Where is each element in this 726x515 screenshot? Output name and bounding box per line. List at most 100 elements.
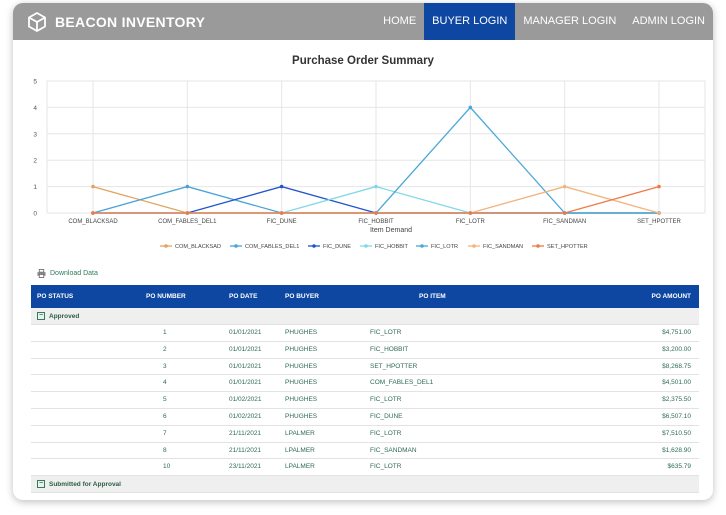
cell-po-date: 21/11/2021 xyxy=(229,446,262,454)
cell-po-amount: $1,628.90 xyxy=(662,446,691,454)
data-point xyxy=(279,184,284,189)
app-title: BEACON INVENTORY xyxy=(55,13,206,30)
cell-po-date: 01/01/2021 xyxy=(229,345,262,353)
data-point xyxy=(185,211,190,215)
cell-po-item: FIC_LOTR xyxy=(370,396,402,404)
data-point xyxy=(374,211,378,215)
legend-label: FIC_HOBBIT xyxy=(375,244,409,250)
x-tick-label: FIC_LOTR xyxy=(456,219,486,225)
nav-manager-login[interactable]: MANAGER LOGIN xyxy=(515,3,624,40)
y-tick-label: 4 xyxy=(33,105,37,112)
header-po-number[interactable]: PO NUMBER xyxy=(146,285,186,308)
cell-po-buyer: PHUGHES xyxy=(285,345,318,353)
cell-po-number: 4 xyxy=(163,379,167,387)
collapse-icon[interactable]: − xyxy=(37,480,45,489)
legend-label: FIC_SANDMAN xyxy=(483,244,523,250)
cell-po-date: 01/02/2021 xyxy=(229,396,262,404)
y-tick-label: 5 xyxy=(33,79,37,86)
header-po-amount[interactable]: PO AMOUNT xyxy=(652,285,691,308)
main-nav: HOME BUYER LOGIN MANAGER LOGIN ADMIN LOG… xyxy=(375,3,713,40)
group-label: Submitted for Approval xyxy=(49,481,121,489)
group-label: Approved xyxy=(49,313,80,320)
x-tick-label: COM_FABLES_DEL1 xyxy=(158,219,217,225)
table-row[interactable]: 8 21/11/2021 LPALMER FIC_SANDMAN $1,628.… xyxy=(31,443,699,460)
data-point xyxy=(657,211,661,215)
y-tick-label: 3 xyxy=(33,131,37,138)
data-point xyxy=(657,184,661,189)
cell-po-amount: $4,501.00 xyxy=(662,379,691,387)
header-po-buyer[interactable]: PO BUYER xyxy=(285,285,319,308)
header-po-status[interactable]: PO STATUS xyxy=(37,285,73,308)
cell-po-number: 2 xyxy=(163,345,167,353)
table-row[interactable]: 10 23/11/2021 LPALMER FIC_LOTR $635.79 xyxy=(31,459,699,477)
cell-po-item: FIC_HOBBIT xyxy=(370,345,409,353)
header-po-item[interactable]: PO ITEM xyxy=(419,285,446,308)
legend-label: SET_HPOTTER xyxy=(547,244,588,250)
legend-marker xyxy=(312,244,316,248)
cell-po-date: 01/01/2021 xyxy=(229,329,262,336)
legend-label: COM_BLACKSAD xyxy=(175,244,221,250)
cell-po-item: FIC_LOTR xyxy=(370,329,402,336)
cell-po-amount: $6,507.10 xyxy=(662,412,691,420)
download-data-link[interactable]: Download Data xyxy=(37,269,98,278)
x-tick-label: FIC_HOBBIT xyxy=(358,219,394,225)
top-navbar: BEACON INVENTORY HOME BUYER LOGIN MANAGE… xyxy=(13,3,713,40)
purchase-order-table: PO STATUS PO NUMBER PO DATE PO BUYER PO … xyxy=(31,285,699,494)
data-point xyxy=(562,184,567,189)
collapse-icon[interactable]: − xyxy=(37,312,45,320)
table-row[interactable]: 2 01/01/2021 PHUGHES FIC_HOBBIT $3,200.0… xyxy=(31,342,699,359)
data-point xyxy=(562,211,567,215)
cell-po-amount: $3,200.00 xyxy=(662,345,691,353)
cell-po-buyer: PHUGHES xyxy=(285,329,318,336)
legend-marker xyxy=(164,244,168,248)
cell-po-date: 21/11/2021 xyxy=(229,429,262,437)
brand[interactable]: BEACON INVENTORY xyxy=(13,3,205,40)
cell-po-buyer: PHUGHES xyxy=(285,396,318,404)
table-header: PO STATUS PO NUMBER PO DATE PO BUYER PO … xyxy=(31,285,699,308)
legend-marker xyxy=(420,244,424,248)
cell-po-item: COM_FABLES_DEL1 xyxy=(370,379,434,387)
x-tick-label: FIC_DUNE xyxy=(267,219,297,225)
data-point xyxy=(468,105,473,110)
table-row[interactable]: 1 01/01/2021 PHUGHES FIC_LOTR $4,751.00 xyxy=(31,325,699,342)
cell-po-buyer: LPALMER xyxy=(285,429,315,437)
y-tick-label: 0 xyxy=(33,211,37,218)
cell-po-number: 7 xyxy=(163,429,167,437)
group-approved[interactable]: − Approved xyxy=(31,308,699,325)
table-row[interactable]: 5 01/02/2021 PHUGHES FIC_LOTR $2,375.50 xyxy=(31,392,699,409)
cell-po-buyer: PHUGHES xyxy=(285,379,318,387)
table-row[interactable]: 3 01/01/2021 PHUGHES SET_HPOTTER $8,268.… xyxy=(31,359,699,376)
legend-label: FIC_DUNE xyxy=(323,244,351,250)
table-row[interactable]: 4 01/01/2021 PHUGHES COM_FABLES_DEL1 $4,… xyxy=(31,375,699,393)
x-axis-label: Item Demand xyxy=(370,227,412,234)
cell-po-number: 3 xyxy=(163,362,167,370)
purchase-order-chart: 0 1 2 3 4 5 COM_BLACKSAD COM_FABLES_DEL1 FIC_DUN… xyxy=(33,79,706,250)
nav-buyer-login[interactable]: BUYER LOGIN xyxy=(424,3,516,40)
cell-po-date: 23/11/2021 xyxy=(229,463,262,471)
cell-po-date: 01/01/2021 xyxy=(229,379,262,387)
cell-po-amount: $635.79 xyxy=(667,463,692,471)
table-row[interactable]: 7 21/11/2021 LPALMER FIC_LOTR $7,510.50 xyxy=(31,426,699,443)
legend-label: FIC_LOTR xyxy=(431,244,458,250)
table-row[interactable]: 6 01/02/2021 PHUGHES FIC_DUNE $6,507.10 xyxy=(31,409,699,426)
cell-po-amount: $7,510.50 xyxy=(662,429,691,437)
cell-po-date: 01/01/2021 xyxy=(229,362,262,370)
legend-marker xyxy=(472,244,476,248)
cell-po-buyer: PHUGHES xyxy=(285,362,318,370)
x-tick-label: FIC_SANDMAN xyxy=(543,219,586,225)
cell-po-item: FIC_SANDMAN xyxy=(370,446,417,454)
cell-po-item: FIC_DUNE xyxy=(370,412,403,420)
x-tick-label: COM_BLACKSAD xyxy=(68,219,118,225)
chart-title: Purchase Order Summary xyxy=(292,55,434,67)
cell-po-number: 6 xyxy=(163,412,167,420)
cell-po-buyer: LPALMER xyxy=(285,463,315,471)
group-submitted-for-approval[interactable]: − Submitted for Approval xyxy=(31,476,699,494)
y-tick-label: 2 xyxy=(33,158,37,165)
cell-po-date: 01/02/2021 xyxy=(229,412,262,420)
header-po-date[interactable]: PO DATE xyxy=(229,285,257,308)
legend-marker xyxy=(536,244,540,248)
nav-home[interactable]: HOME xyxy=(375,3,424,40)
cell-po-amount: $8,268.75 xyxy=(662,362,691,370)
cell-po-item: SET_HPOTTER xyxy=(370,362,418,370)
nav-admin-login[interactable]: ADMIN LOGIN xyxy=(624,3,713,40)
